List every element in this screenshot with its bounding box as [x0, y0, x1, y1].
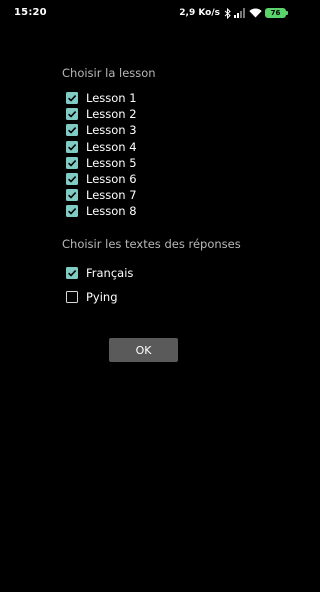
lesson-label: Lesson 7 [86, 188, 137, 203]
lesson-checkbox-2[interactable]: Lesson 2 [66, 106, 137, 122]
lesson-checkbox-6[interactable]: Lesson 6 [66, 171, 137, 187]
wifi-icon [249, 8, 262, 18]
lesson-label: Lesson 1 [86, 91, 137, 106]
battery-level: 76 [270, 9, 281, 17]
lesson-label: Lesson 2 [86, 107, 137, 122]
status-bar: 15:20 2,9 Ko/s 76 [0, 0, 296, 26]
lesson-checkbox-1[interactable]: Lesson 1 [66, 90, 137, 106]
checkbox-checked-icon[interactable] [66, 205, 78, 218]
lesson-checkbox-4[interactable]: Lesson 4 [66, 139, 137, 155]
checkbox-checked-icon[interactable] [66, 156, 78, 169]
lesson-checkbox-8[interactable]: Lesson 8 [66, 203, 137, 219]
status-icons: 2,9 Ko/s 76 [179, 6, 288, 20]
checkbox-checked-icon[interactable] [66, 267, 78, 279]
lesson-list: Lesson 1 Lesson 2 Lesson 3 Lesson 4 Less… [66, 90, 137, 220]
lesson-checkbox-3[interactable]: Lesson 3 [66, 122, 137, 138]
checkbox-checked-icon[interactable] [66, 92, 78, 105]
answer-checkbox-pying[interactable]: Pying [66, 289, 118, 305]
status-time: 15:20 [14, 7, 47, 18]
signal-icon [234, 8, 246, 18]
answer-label: Pying [86, 290, 118, 304]
lesson-section-title: Choisir la lesson [62, 66, 156, 80]
lesson-label: Lesson 5 [86, 155, 137, 170]
lesson-checkbox-7[interactable]: Lesson 7 [66, 187, 137, 203]
checkbox-checked-icon[interactable] [66, 173, 78, 186]
lesson-label: Lesson 8 [86, 204, 137, 219]
checkbox-checked-icon[interactable] [66, 124, 78, 137]
checkbox-unchecked-icon[interactable] [66, 291, 78, 303]
lesson-label: Lesson 4 [86, 139, 137, 154]
answer-checkbox-francais[interactable]: Français [66, 265, 133, 281]
answer-label: Français [86, 266, 134, 280]
checkbox-checked-icon[interactable] [66, 140, 78, 153]
checkbox-checked-icon[interactable] [66, 108, 78, 121]
ok-button[interactable]: OK [109, 338, 178, 362]
checkbox-checked-icon[interactable] [66, 189, 78, 202]
lesson-checkbox-5[interactable]: Lesson 5 [66, 155, 137, 171]
bluetooth-icon [224, 7, 231, 19]
lesson-label: Lesson 3 [86, 123, 137, 138]
battery-icon: 76 [265, 8, 288, 18]
lesson-label: Lesson 6 [86, 172, 137, 187]
net-speed: 2,9 Ko/s [179, 8, 220, 18]
answers-section-title: Choisir les textes des réponses [62, 237, 241, 251]
